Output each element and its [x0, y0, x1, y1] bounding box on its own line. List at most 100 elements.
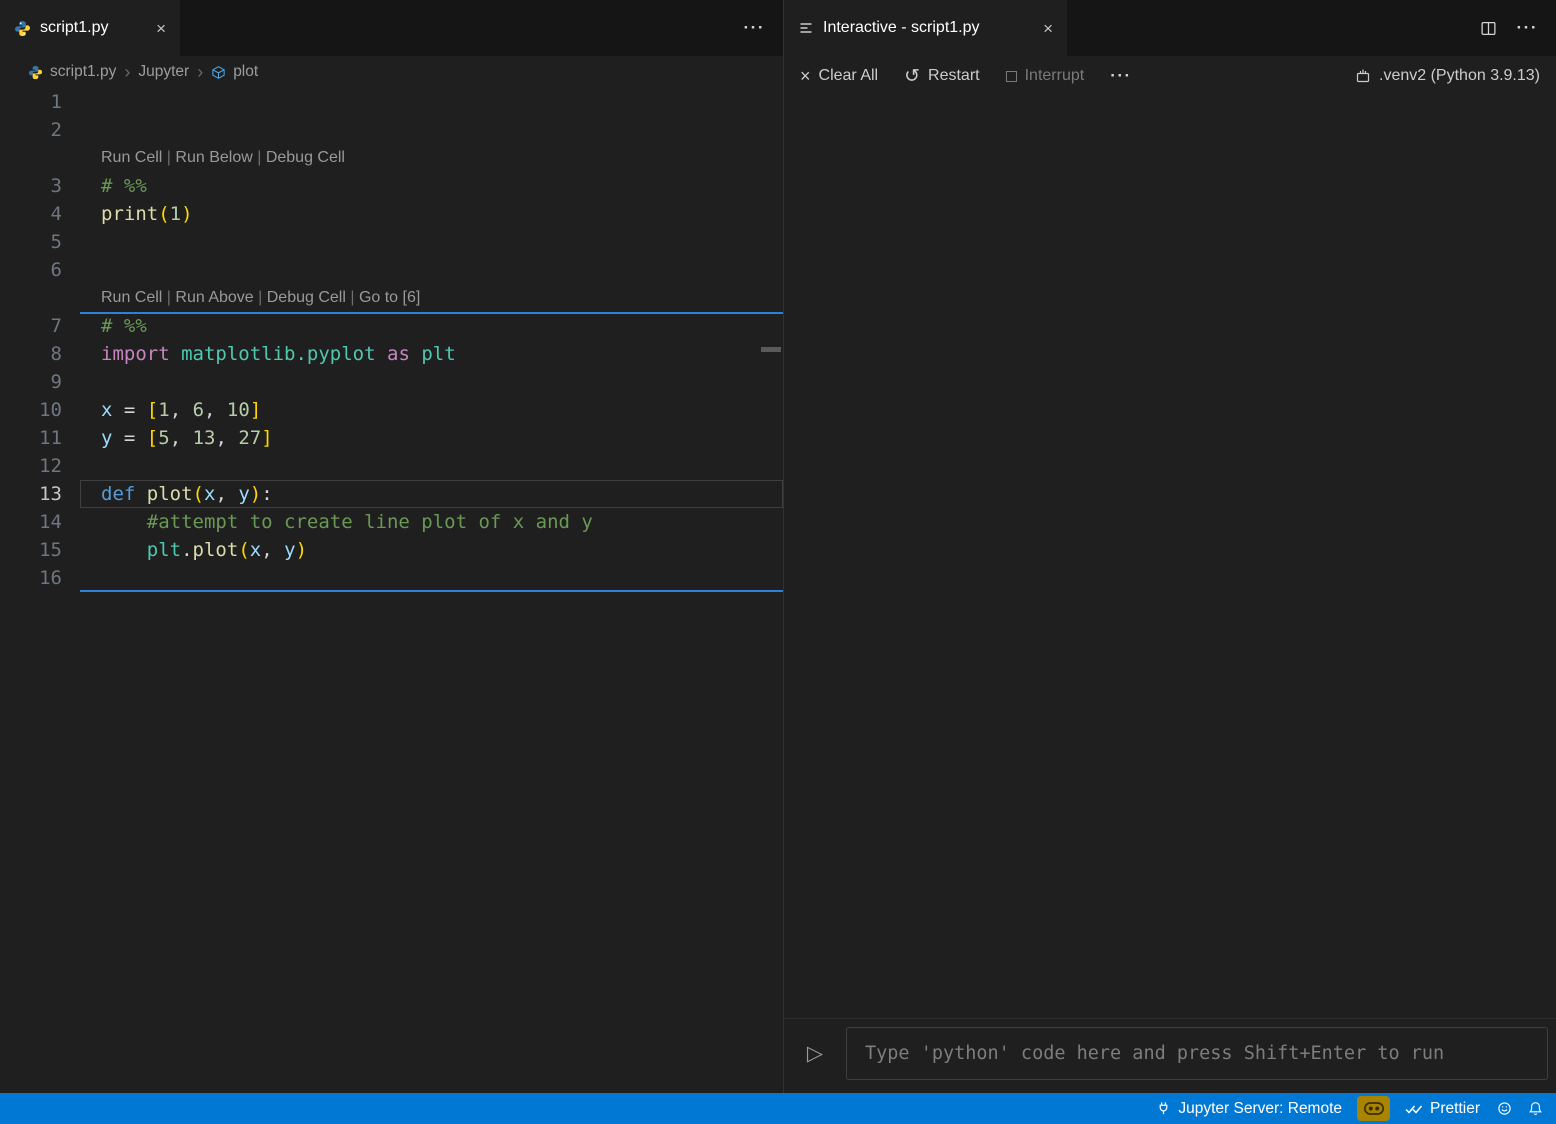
code-line-content[interactable]: def plot(x, y): — [80, 480, 783, 508]
code-token: plt — [147, 539, 181, 561]
code-line-content[interactable]: #attempt to create line plot of x and y — [80, 508, 783, 536]
line-number: 3 — [0, 172, 80, 200]
copilot-status-badge[interactable] — [1357, 1096, 1390, 1121]
code-line-content[interactable]: import matplotlib.pyplot as plt — [80, 340, 783, 368]
code-token: matplotlib.pyplot — [181, 343, 375, 365]
code-input[interactable] — [847, 1043, 1547, 1064]
codelens-separator: | — [162, 289, 175, 306]
close-icon[interactable]: × — [1043, 20, 1053, 37]
code-line-content[interactable] — [80, 452, 783, 480]
double-check-icon — [1405, 1102, 1423, 1115]
tab-script1[interactable]: script1.py × — [0, 0, 180, 56]
jupyter-server-status[interactable]: Jupyter Server: Remote — [1147, 1093, 1351, 1124]
line-number: 10 — [0, 396, 80, 424]
code-line-content[interactable] — [80, 88, 783, 116]
interrupt-button[interactable]: Interrupt — [1006, 67, 1085, 85]
code-line-content[interactable]: # %% — [80, 172, 783, 200]
codelens-link[interactable]: Debug Cell — [266, 149, 345, 166]
code-token: ) — [296, 539, 307, 561]
code-line-content[interactable] — [80, 368, 783, 396]
code-token — [101, 539, 147, 561]
more-actions-icon[interactable]: ··· — [1517, 18, 1538, 38]
codelens-link[interactable]: Run Above — [175, 289, 253, 306]
line-number: 4 — [0, 200, 80, 228]
code-token: # %% — [101, 315, 147, 337]
more-actions-icon[interactable]: ··· — [744, 18, 765, 38]
code-line-content[interactable]: x = [1, 6, 10] — [80, 396, 783, 424]
breadcrumb-item-plot[interactable]: plot — [233, 63, 258, 81]
code-line-content[interactable]: y = [5, 13, 27] — [80, 424, 783, 452]
notifications-bell-icon[interactable] — [1520, 1093, 1556, 1124]
code-line: 13def plot(x, y): — [0, 480, 783, 508]
codelens-link[interactable]: Go to [6] — [359, 289, 420, 306]
code-line: 16 — [0, 564, 783, 592]
line-number — [0, 284, 80, 312]
code-token: ] — [261, 427, 272, 449]
interactive-input-row: ▷ — [784, 1018, 1556, 1093]
code-line-content[interactable] — [80, 228, 783, 256]
code-line: 11y = [5, 13, 27] — [0, 424, 783, 452]
code-line: 12 — [0, 452, 783, 480]
code-line: 1 — [0, 88, 783, 116]
code-token: y — [101, 427, 112, 449]
code-token — [410, 343, 421, 365]
code-token: . — [181, 539, 192, 561]
code-token: [ — [147, 399, 158, 421]
line-number: 13 — [0, 480, 80, 508]
python-icon — [14, 20, 31, 37]
split-editor-icon[interactable] — [1480, 20, 1497, 37]
clear-all-button[interactable]: × Clear All — [800, 67, 878, 85]
code-token: , — [215, 483, 238, 505]
code-line-content[interactable] — [80, 256, 783, 284]
code-line: 7# %% — [0, 312, 783, 340]
symbol-cube-icon — [211, 65, 226, 80]
codelens-content: Run Cell | Run Below | Debug Cell — [80, 144, 783, 172]
code-token: 1 — [158, 399, 169, 421]
code-input-box[interactable] — [846, 1027, 1548, 1080]
tab-label: script1.py — [40, 19, 108, 37]
code-token: as — [387, 343, 410, 365]
code-line-content[interactable]: print(1) — [80, 200, 783, 228]
copilot-icon — [1364, 1102, 1384, 1115]
codelens-link[interactable]: Run Cell — [101, 289, 162, 306]
code-token: ( — [193, 483, 204, 505]
code-token: ) — [181, 203, 192, 225]
code-line-content[interactable]: # %% — [80, 312, 783, 340]
code-line-content[interactable]: plt.plot(x, y) — [80, 536, 783, 564]
more-actions-icon[interactable]: ··· — [1110, 66, 1131, 86]
code-token: , — [204, 399, 227, 421]
code-editor[interactable]: 12Run Cell | Run Below | Debug Cell3# %%… — [0, 88, 783, 1093]
prettier-status[interactable]: Prettier — [1396, 1093, 1489, 1124]
line-number: 14 — [0, 508, 80, 536]
tab-interactive[interactable]: Interactive - script1.py × — [784, 0, 1067, 56]
code-line-content[interactable] — [80, 116, 783, 144]
restart-button[interactable]: ↺ Restart — [904, 67, 980, 86]
feedback-icon[interactable] — [1489, 1093, 1520, 1124]
breadcrumb-item-file[interactable]: script1.py — [50, 63, 116, 81]
run-icon[interactable]: ▷ — [784, 1041, 846, 1066]
codelens-separator: | — [162, 149, 175, 166]
code-line-content[interactable] — [80, 564, 783, 592]
main-area: script1.py × ··· script1.py › Jupyter › — [0, 0, 1556, 1093]
panel-actions: ··· — [1067, 0, 1556, 56]
left-tab-bar: script1.py × ··· — [0, 0, 783, 56]
code-token: , — [170, 399, 193, 421]
code-line: 6 — [0, 256, 783, 284]
codelens-link[interactable]: Run Cell — [101, 149, 162, 166]
code-token: , — [261, 539, 284, 561]
editor-actions: ··· — [180, 0, 783, 56]
line-number: 5 — [0, 228, 80, 256]
codelens-link[interactable]: Debug Cell — [267, 289, 346, 306]
code-line: 8import matplotlib.pyplot as plt — [0, 340, 783, 368]
kernel-picker[interactable]: .venv2 (Python 3.9.13) — [1355, 67, 1540, 85]
line-number — [0, 144, 80, 172]
breadcrumb-item-jupyter[interactable]: Jupyter — [138, 63, 189, 81]
tab-label: Interactive - script1.py — [823, 19, 980, 37]
line-number: 1 — [0, 88, 80, 116]
close-icon[interactable]: × — [156, 20, 166, 37]
vscode-window: script1.py × ··· script1.py › Jupyter › — [0, 0, 1556, 1124]
code-token — [135, 483, 146, 505]
codelens-link[interactable]: Run Below — [175, 149, 252, 166]
code-token: import — [101, 343, 170, 365]
code-token: , — [170, 427, 193, 449]
